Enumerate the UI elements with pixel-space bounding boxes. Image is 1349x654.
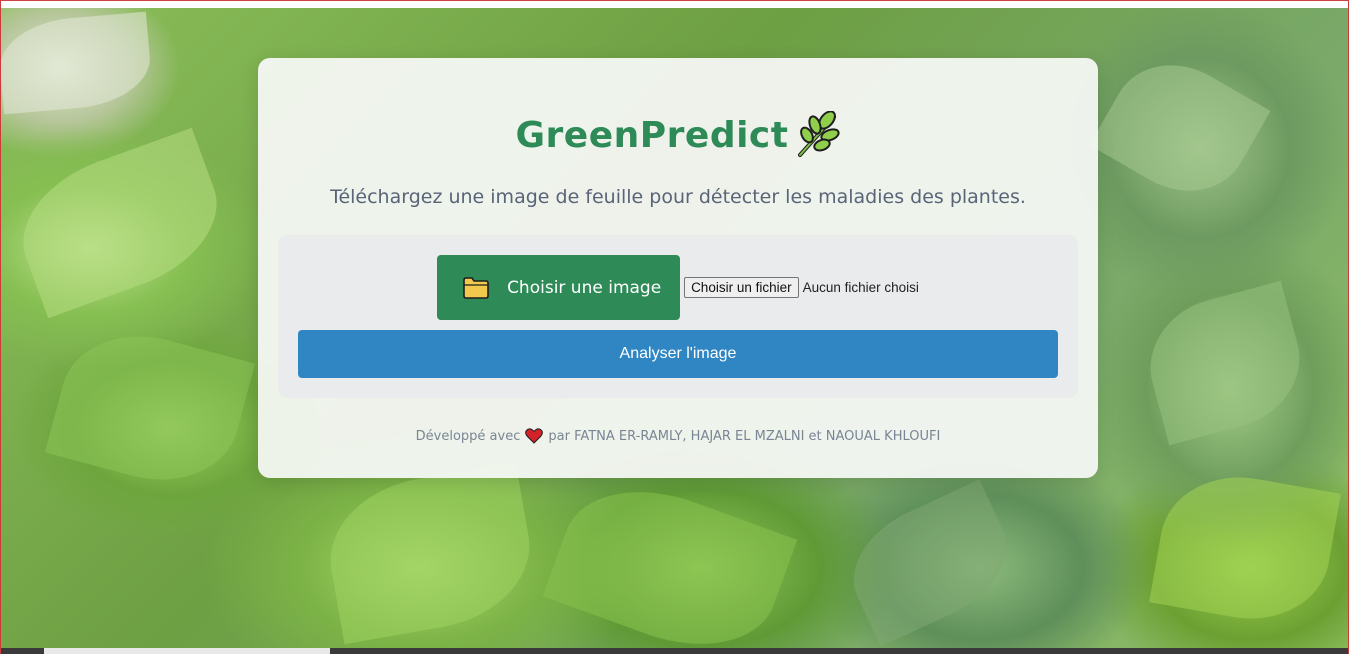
- choose-row: Choisir une image Choisir un fichier Auc…: [278, 255, 1078, 320]
- left-edge: [0, 0, 1, 654]
- file-status-text: Aucun fichier choisi: [802, 280, 919, 295]
- folder-icon: [463, 276, 489, 299]
- title-row: GreenPredict: [258, 110, 1098, 160]
- top-edge: [0, 0, 1349, 8]
- main-card: GreenPredict Téléchargez une image de fe…: [258, 58, 1098, 478]
- app-title: GreenPredict: [515, 114, 789, 156]
- footer-prefix: Développé avec: [415, 428, 521, 444]
- heart-icon: [525, 428, 544, 444]
- herb-leaf-icon: [794, 110, 841, 159]
- upload-form: Choisir une image Choisir un fichier Auc…: [278, 235, 1078, 398]
- choose-image-label: Choisir une image: [507, 277, 662, 298]
- bottom-edge: [0, 648, 1349, 654]
- choose-image-button[interactable]: Choisir une image: [437, 255, 681, 320]
- footer-authors: par FATNA ER-RAMLY, HAJAR EL MZALNI et N…: [548, 428, 941, 444]
- file-picker-button[interactable]: Choisir un fichier: [684, 277, 799, 298]
- analyze-image-label: Analyser l'image: [619, 345, 737, 362]
- credits-footer: Développé avec par FATNA ER-RAMLY, HAJAR…: [258, 428, 1098, 444]
- analyze-image-button[interactable]: Analyser l'image: [298, 330, 1058, 378]
- page-subtitle: Téléchargez une image de feuille pour dé…: [330, 186, 1026, 208]
- file-input[interactable]: Choisir un fichier Aucun fichier choisi: [684, 277, 919, 298]
- browser-viewport: GreenPredict Téléchargez une image de fe…: [0, 0, 1349, 654]
